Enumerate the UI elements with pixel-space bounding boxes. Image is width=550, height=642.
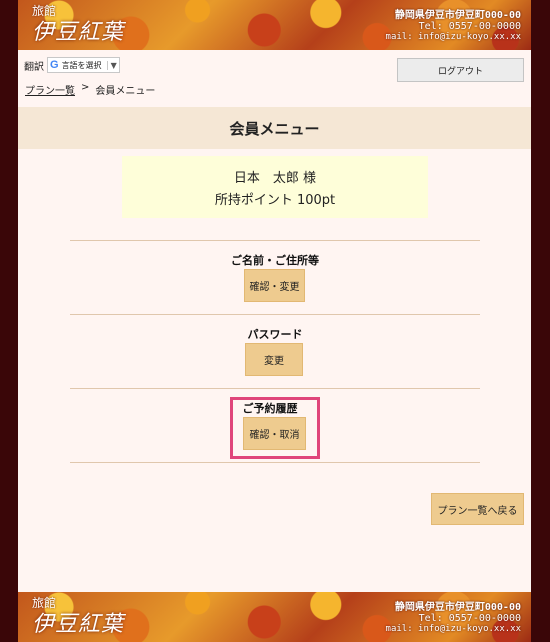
section-label-password: パスワード [247,328,303,341]
divider [70,388,480,389]
logo[interactable]: 伊豆紅葉 [32,606,124,638]
back-to-plan-list-button[interactable]: プラン一覧へ戻る [431,493,524,525]
tel-text: Tel: 0557-00-0000 [418,613,521,624]
language-select-text: 言語を選択 [61,60,102,70]
language-select[interactable]: G 言語を選択 ▼ [47,57,120,73]
logout-button[interactable]: ログアウト [397,58,524,82]
translate-widget: 翻訳 G 言語を選択 ▼ [24,57,120,73]
divider [70,314,480,315]
address-text: 静岡県伊豆市伊豆町000-00 [394,602,521,613]
highlight-box [230,397,320,459]
divider [70,240,480,241]
breadcrumb-current: 会員メニュー [95,86,156,97]
user-card: 日本 太郎 様 所持ポイント 100pt [122,156,428,218]
change-password-button[interactable]: 変更 [245,343,303,376]
contact-info: 静岡県伊豆市伊豆町000-00 Tel: 0557-00-0000 mail: … [386,10,521,43]
translate-label: 翻訳 [24,61,44,73]
breadcrumb-separator: > [81,82,90,93]
breadcrumb-plan-list[interactable]: プラン一覧 [25,82,75,97]
address-text: 静岡県伊豆市伊豆町000-00 [394,10,521,21]
confirm-change-address-button[interactable]: 確認・変更 [244,269,305,302]
header-banner: 旅館 伊豆紅葉 静岡県伊豆市伊豆町000-00 Tel: 0557-00-000… [18,0,531,50]
footer-banner: 旅館 伊豆紅葉 静岡県伊豆市伊豆町000-00 Tel: 0557-00-000… [18,592,531,642]
breadcrumb: プラン一覧 > 会員メニュー [25,82,155,97]
page-title: 会員メニュー [18,107,531,149]
chevron-down-icon: ▼ [106,60,117,70]
contact-info: 静岡県伊豆市伊豆町000-00 Tel: 0557-00-0000 mail: … [386,602,521,635]
divider [70,462,480,463]
user-points: 所持ポイント 100pt [214,193,336,208]
logo[interactable]: 伊豆紅葉 [32,14,124,46]
mail-text: mail: info@izu-koyo.xx.xx [385,32,521,42]
section-label-address: ご名前・ご住所等 [231,254,319,267]
tel-text: Tel: 0557-00-0000 [418,21,521,32]
mail-text: mail: info@izu-koyo.xx.xx [385,624,521,634]
user-name: 日本 太郎 様 [233,171,317,186]
google-icon: G [50,59,59,71]
